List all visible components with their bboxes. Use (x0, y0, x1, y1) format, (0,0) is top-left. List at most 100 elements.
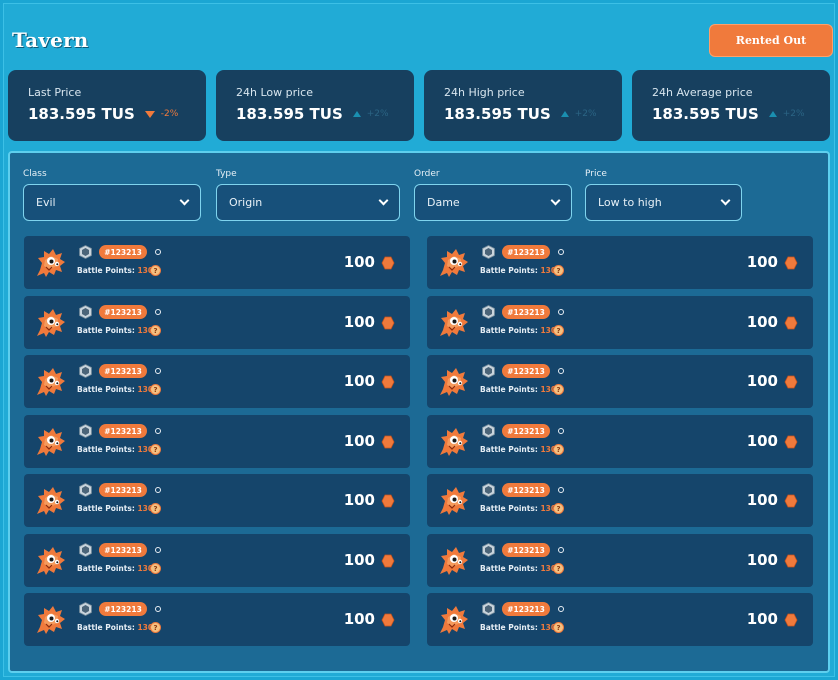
status-dot-icon (155, 606, 161, 612)
hexagon-coin-icon (381, 375, 395, 389)
class-shield-icon (79, 543, 92, 557)
creature-avatar-icon (37, 606, 65, 634)
listing-price: 100 (343, 253, 375, 271)
filter-label: Type (216, 169, 237, 179)
status-dot-icon (155, 428, 161, 434)
listing-card[interactable]: #123213 Battle Points: 130 ? 100 (24, 534, 410, 587)
battle-points: Battle Points: 130 (77, 564, 153, 573)
stat-label: 24h Average price (652, 86, 753, 99)
class-shield-icon (482, 543, 495, 557)
listing-price: 100 (343, 610, 375, 628)
creature-avatar-icon (37, 309, 65, 337)
token-id-badge: #123213 (502, 483, 550, 497)
stat-value: 183.595 TUS (236, 105, 343, 123)
status-dot-icon (558, 309, 564, 315)
stat-delta: +2% (366, 109, 389, 119)
trend-up-icon (768, 111, 777, 117)
stat-value: 183.595 TUS (444, 105, 551, 123)
order-select[interactable]: Dame (414, 184, 572, 221)
battle-points-icon: ? (553, 503, 564, 514)
listing-card[interactable]: #123213 Battle Points: 130 ? 100 (24, 593, 410, 646)
listing-card[interactable]: #123213 Battle Points: 130 ? 100 (427, 593, 813, 646)
listing-card[interactable]: #123213 Battle Points: 130 ? 100 (24, 355, 410, 408)
status-dot-icon (155, 368, 161, 374)
battle-points-label: Battle Points: (480, 445, 538, 454)
battle-points-icon: ? (553, 622, 564, 633)
class-shield-icon (79, 364, 92, 378)
listing-card[interactable]: #123213 Battle Points: 130 ? 100 (427, 236, 813, 289)
token-id-badge: #123213 (99, 602, 147, 616)
chevron-down-icon (550, 195, 561, 206)
status-dot-icon (155, 309, 161, 315)
chevron-down-icon (179, 195, 190, 206)
price-select[interactable]: Low to high (585, 184, 742, 221)
stat-value: 183.595 TUS (652, 105, 759, 123)
battle-points: Battle Points: 130 (77, 623, 153, 632)
class-shield-icon (482, 424, 495, 438)
filter-label: Price (585, 169, 607, 179)
listing-price: 100 (746, 253, 778, 271)
listing-card[interactable]: #123213 Battle Points: 130 ? 100 (24, 236, 410, 289)
battle-points-label: Battle Points: (77, 326, 135, 335)
status-dot-icon (155, 547, 161, 553)
status-dot-icon (155, 487, 161, 493)
creature-avatar-icon (37, 547, 65, 575)
battle-points: Battle Points: 130 (480, 564, 556, 573)
battle-points-label: Battle Points: (77, 266, 135, 275)
status-dot-icon (558, 606, 564, 612)
creature-avatar-icon (440, 368, 468, 396)
select-value: Dame (427, 196, 460, 209)
listing-price: 100 (746, 491, 778, 509)
token-id-badge: #123213 (502, 305, 550, 319)
creature-avatar-icon (37, 487, 65, 515)
listing-card[interactable]: #123213 Battle Points: 130 ? 100 (24, 296, 410, 349)
class-shield-icon (79, 483, 92, 497)
battle-points-label: Battle Points: (480, 326, 538, 335)
listing-card[interactable]: #123213 Battle Points: 130 ? 100 (427, 296, 813, 349)
chevron-down-icon (378, 195, 389, 206)
class-shield-icon (79, 305, 92, 319)
listing-price: 100 (343, 491, 375, 509)
filter-label: Class (23, 169, 47, 179)
trend-down-icon (144, 110, 155, 118)
battle-points-label: Battle Points: (480, 564, 538, 573)
battle-points-label: Battle Points: (480, 385, 538, 394)
listing-card[interactable]: #123213 Battle Points: 130 ? 100 (427, 415, 813, 468)
stat-card-24h-low: 24h Low price 183.595 TUS +2% (216, 70, 414, 141)
listing-card[interactable]: #123213 Battle Points: 130 ? 100 (427, 355, 813, 408)
creature-avatar-icon (440, 309, 468, 337)
token-id-badge: #123213 (502, 245, 550, 259)
hexagon-coin-icon (784, 613, 798, 627)
hexagon-coin-icon (381, 554, 395, 568)
marketplace-panel: Class Evil Type Origin Order Dame Price … (8, 151, 830, 673)
listing-card[interactable]: #123213 Battle Points: 130 ? 100 (24, 415, 410, 468)
battle-points-icon: ? (553, 444, 564, 455)
hexagon-coin-icon (381, 613, 395, 627)
type-select[interactable]: Origin (216, 184, 400, 221)
creature-avatar-icon (440, 606, 468, 634)
listing-card[interactable]: #123213 Battle Points: 130 ? 100 (427, 474, 813, 527)
listing-price: 100 (343, 372, 375, 390)
filter-price: Price Low to high (585, 169, 742, 221)
select-value: Low to high (598, 196, 662, 209)
creature-avatar-icon (37, 368, 65, 396)
rented-out-button[interactable]: Rented Out (709, 24, 833, 57)
creature-avatar-icon (440, 487, 468, 515)
class-select[interactable]: Evil (23, 184, 201, 221)
class-shield-icon (79, 602, 92, 616)
battle-points-icon: ? (150, 384, 161, 395)
listing-card[interactable]: #123213 Battle Points: 130 ? 100 (427, 534, 813, 587)
hexagon-coin-icon (381, 494, 395, 508)
stat-card-24h-high: 24h High price 183.595 TUS +2% (424, 70, 622, 141)
listing-card[interactable]: #123213 Battle Points: 130 ? 100 (24, 474, 410, 527)
battle-points: Battle Points: 130 (480, 623, 556, 632)
creature-avatar-icon (440, 428, 468, 456)
token-id-badge: #123213 (99, 483, 147, 497)
battle-points-icon: ? (553, 563, 564, 574)
battle-points-icon: ? (150, 622, 161, 633)
chevron-down-icon (720, 195, 731, 206)
filter-class: Class Evil (23, 169, 201, 221)
hexagon-coin-icon (784, 375, 798, 389)
select-value: Evil (36, 196, 56, 209)
class-shield-icon (482, 245, 495, 259)
